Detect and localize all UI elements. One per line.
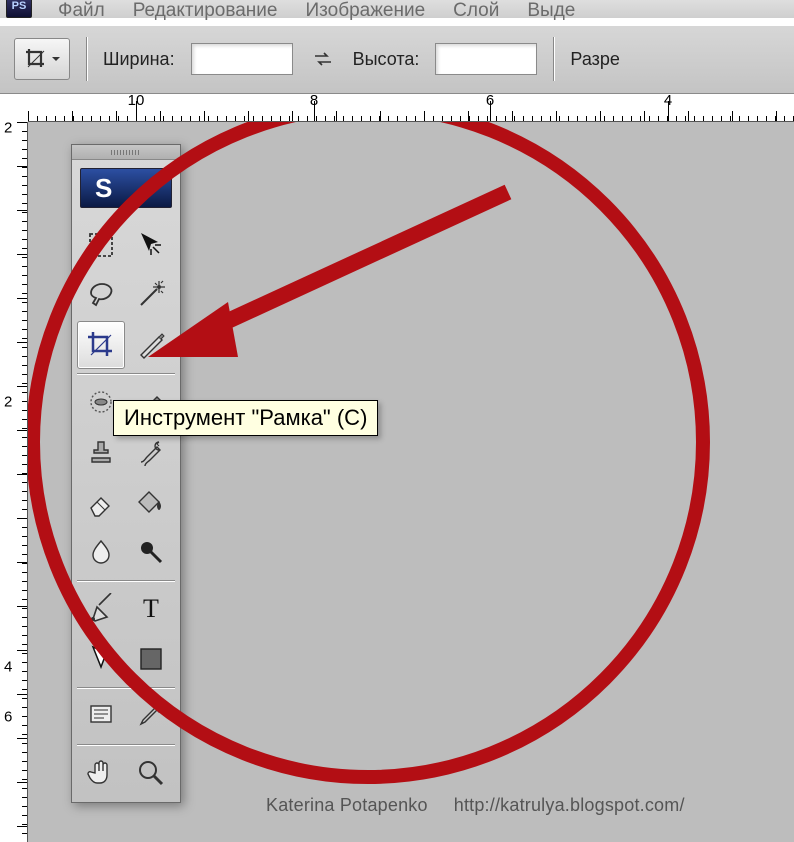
- slice-icon: [135, 329, 167, 361]
- marquee-tool[interactable]: [77, 221, 125, 269]
- move-icon: [135, 229, 167, 261]
- width-input[interactable]: [191, 43, 293, 75]
- crop-icon: [24, 47, 48, 71]
- eraser-tool[interactable]: [77, 478, 125, 526]
- pen-icon: [85, 593, 117, 625]
- attribution-author: Katerina Potapenko: [266, 795, 428, 815]
- tooltip: Инструмент "Рамка" (C): [113, 400, 378, 436]
- zoom-icon: [135, 757, 167, 789]
- menu-edit[interactable]: Редактирование: [133, 0, 278, 22]
- path-selection-icon: [85, 643, 117, 675]
- workspace: 2 2 4 6 S T Инструмент "Рамка" (C) Katerina…: [0, 122, 794, 842]
- app-logo-icon: PS: [6, 0, 32, 18]
- paint-bucket-tool[interactable]: [127, 478, 175, 526]
- marquee-icon: [85, 229, 117, 261]
- canvas-area[interactable]: S T Инструмент "Рамка" (C) Katerina Pota…: [28, 122, 794, 842]
- menu-file[interactable]: Файл: [58, 0, 105, 22]
- menu-layer[interactable]: Слой: [453, 0, 499, 22]
- ps-mini-logo: S: [80, 168, 172, 208]
- tool-preset-button[interactable]: [14, 38, 70, 80]
- eyedropper-icon: [135, 700, 167, 732]
- swap-icon: [312, 48, 334, 70]
- ruler-horizontal: 10 8 6 4: [28, 94, 794, 122]
- tool-divider: [77, 687, 175, 688]
- shape-icon: [135, 643, 167, 675]
- dodge-icon: [135, 536, 167, 568]
- menu-image[interactable]: Изображение: [305, 0, 425, 22]
- move-tool[interactable]: [127, 221, 175, 269]
- height-input[interactable]: [435, 43, 537, 75]
- menu-select[interactable]: Выде: [527, 0, 575, 22]
- hand-icon: [85, 757, 117, 789]
- tools-panel-grip[interactable]: [72, 145, 180, 160]
- divider: [86, 37, 87, 81]
- crop-icon: [85, 329, 117, 361]
- ruler-h-number: 10: [128, 92, 145, 109]
- attribution: Katerina Potapenko http://katrulya.blogs…: [266, 795, 685, 816]
- crop-tool[interactable]: [77, 321, 125, 369]
- pen-tool[interactable]: [77, 585, 125, 633]
- ruler-h-number: 6: [486, 92, 494, 109]
- tool-divider: [77, 373, 175, 374]
- type-tool[interactable]: T: [127, 585, 175, 633]
- swap-dimensions-button[interactable]: [309, 45, 337, 73]
- shape-tool[interactable]: [127, 635, 175, 683]
- history-brush-icon: [135, 436, 167, 468]
- magic-wand-tool[interactable]: [127, 271, 175, 319]
- menubar: Файл Редактирование Изображение Слой Выд…: [0, 0, 794, 18]
- height-label: Высота:: [353, 49, 420, 70]
- tools-panel: S T: [71, 144, 181, 803]
- zoom-tool[interactable]: [127, 749, 175, 797]
- ruler-v-number: 2: [4, 120, 12, 137]
- eraser-icon: [85, 486, 117, 518]
- ruler-h-number: 8: [310, 92, 318, 109]
- blur-tool[interactable]: [77, 528, 125, 576]
- tool-divider: [77, 744, 175, 745]
- attribution-url: http://katrulya.blogspot.com/: [454, 795, 685, 815]
- eyedropper-tool[interactable]: [127, 692, 175, 740]
- width-label: Ширина:: [103, 49, 175, 70]
- blur-icon: [85, 536, 117, 568]
- slice-tool[interactable]: [127, 321, 175, 369]
- divider: [553, 37, 554, 81]
- ruler-vertical: 2 2 4 6: [0, 122, 28, 842]
- lasso-tool[interactable]: [77, 271, 125, 319]
- paint-bucket-icon: [135, 486, 167, 518]
- path-selection-tool[interactable]: [77, 635, 125, 683]
- dodge-tool[interactable]: [127, 528, 175, 576]
- stamp-icon: [85, 436, 117, 468]
- tool-divider: [77, 580, 175, 581]
- ruler-v-number: 6: [4, 709, 12, 726]
- ruler-v-number: 4: [4, 659, 12, 676]
- svg-text:T: T: [143, 594, 159, 623]
- notes-icon: [85, 700, 117, 732]
- type-icon: T: [135, 593, 167, 625]
- options-bar: Ширина: Высота: Разре: [0, 24, 794, 94]
- hand-tool[interactable]: [77, 749, 125, 797]
- ruler-v-number: 2: [4, 394, 12, 411]
- magic-wand-icon: [135, 279, 167, 311]
- chevron-down-icon: [52, 55, 60, 63]
- annotation-arrow: [148, 192, 508, 357]
- lasso-icon: [85, 279, 117, 311]
- notes-tool[interactable]: [77, 692, 125, 740]
- ruler-h-number: 4: [664, 92, 672, 109]
- resolution-label: Разре: [570, 49, 620, 70]
